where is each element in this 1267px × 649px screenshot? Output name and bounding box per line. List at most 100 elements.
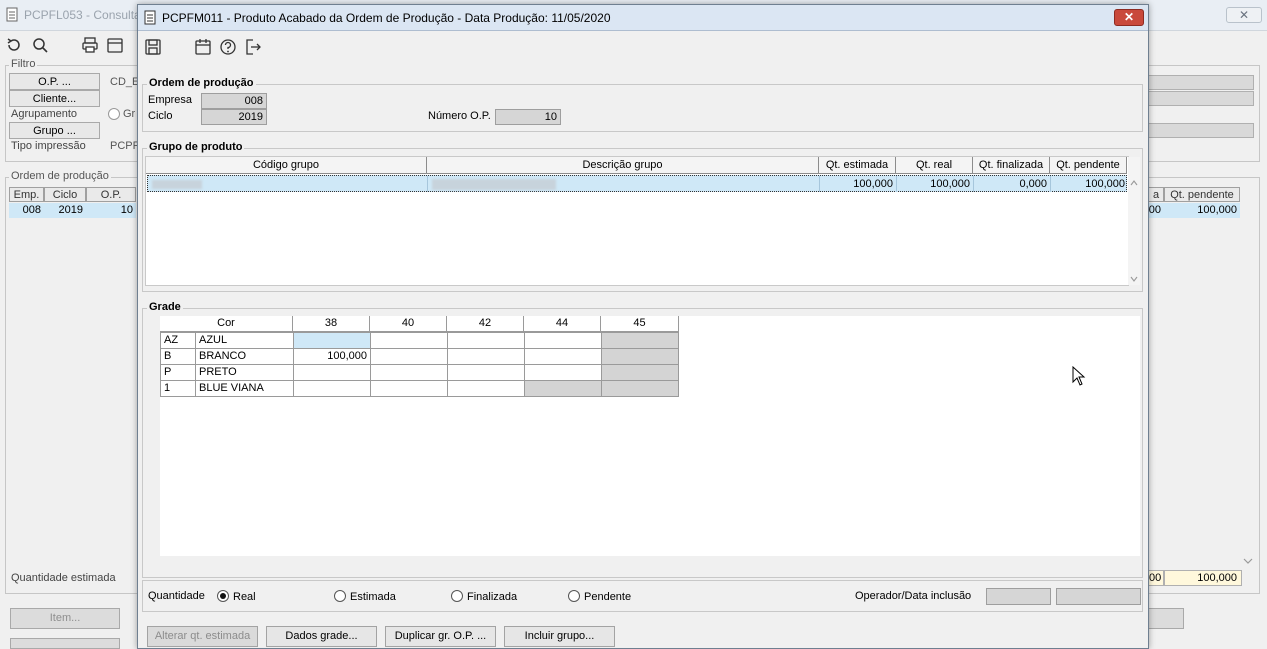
grade-cell[interactable]: [371, 349, 448, 365]
grade-cell[interactable]: [371, 381, 448, 397]
incluir-grupo-button[interactable]: Incluir grupo...: [504, 626, 615, 647]
help-icon[interactable]: [219, 38, 237, 56]
dados-grade-button[interactable]: Dados grade...: [266, 626, 377, 647]
grid-cell-ciclo[interactable]: 2019: [44, 203, 86, 218]
save-icon[interactable]: [144, 38, 162, 56]
grupo-button[interactable]: Grupo ...: [9, 122, 100, 139]
grade-cell[interactable]: [525, 365, 602, 381]
qtd-right-a: 00: [1148, 570, 1164, 586]
grade-cell[interactable]: [371, 333, 448, 349]
col-header-qt-estimada[interactable]: Qt. estimada: [819, 157, 896, 174]
grid-cell-op[interactable]: 10: [86, 203, 136, 218]
scroll-up-icon[interactable]: [1129, 179, 1139, 187]
tipo-impressao-label: Tipo impressão: [11, 140, 86, 152]
cell-qt-pendente[interactable]: 100,000: [1051, 176, 1128, 192]
radio-real[interactable]: [217, 590, 229, 602]
grade-row-code: AZ: [161, 333, 196, 349]
op-button[interactable]: O.P. ...: [9, 73, 100, 90]
grade-header-40[interactable]: 40: [370, 316, 447, 332]
grade-grid-area[interactable]: Cor 38 40 42 44 45 AZ AZUL B BRANCO 100,…: [160, 316, 1140, 556]
qtd-estimada-label: Quantidade estimada: [11, 572, 116, 584]
bg-bottom-button[interactable]: [10, 638, 120, 649]
print-icon[interactable]: [81, 36, 99, 54]
ordem-producao-group: [142, 84, 1143, 132]
background-window-title: PCPFL053 - Consulta: [24, 8, 141, 22]
grupo-scrollbar[interactable]: [1128, 157, 1140, 285]
close-button[interactable]: ✕: [1114, 9, 1144, 26]
scroll-down-icon[interactable]: [1129, 275, 1139, 283]
grade-cell-disabled: [602, 365, 679, 381]
grade-header-38[interactable]: 38: [293, 316, 370, 332]
col-header-descricao-grupo[interactable]: Descrição grupo: [427, 157, 819, 174]
grade-cell[interactable]: [294, 333, 371, 349]
grade-cell[interactable]: [448, 365, 525, 381]
alterar-qt-estimada-button[interactable]: Alterar qt. estimada: [147, 626, 258, 647]
radio-finalizada[interactable]: [451, 590, 463, 602]
grade-cell-disabled: [602, 349, 679, 365]
grade-cell[interactable]: [448, 349, 525, 365]
grade-header-45[interactable]: 45: [601, 316, 679, 332]
cell-qt-real[interactable]: 100,000: [897, 176, 974, 192]
grade-cell[interactable]: [371, 365, 448, 381]
grade-row-name: PRETO: [196, 365, 294, 381]
grade-cell[interactable]: [448, 381, 525, 397]
radio-estimada[interactable]: [334, 590, 346, 602]
calendar-icon[interactable]: [194, 38, 212, 56]
radio-pendente[interactable]: [568, 590, 580, 602]
modal-title-bar: PCPFM011 - Produto Acabado da Ordem de P…: [138, 5, 1148, 31]
cell-qt-finalizada[interactable]: 0,000: [974, 176, 1051, 192]
grid-header-right-a[interactable]: a: [1148, 187, 1164, 202]
radio-pendente-label[interactable]: Pendente: [584, 591, 631, 603]
grade-row-code: 1: [161, 381, 196, 397]
item-button[interactable]: Item...: [10, 608, 120, 629]
empresa-field: 008: [201, 93, 267, 109]
duplicar-grupo-op-button[interactable]: Duplicar gr. O.P. ...: [385, 626, 496, 647]
calendar-icon[interactable]: [106, 36, 124, 54]
grade-cell[interactable]: [525, 333, 602, 349]
grupo-produto-grid[interactable]: Código grupo Descrição grupo Qt. estimad…: [145, 156, 1140, 286]
radio-estimada-label[interactable]: Estimada: [350, 591, 396, 603]
table-row[interactable]: 100,000 100,000 0,000 100,000: [147, 175, 1127, 192]
agrupamento-radio[interactable]: [108, 108, 120, 120]
cell-qt-estimada[interactable]: 100,000: [820, 176, 897, 192]
redacted-codigo: [152, 180, 202, 189]
cell-descricao-grupo[interactable]: [428, 176, 820, 192]
refresh-icon[interactable]: [5, 36, 23, 54]
scroll-down-icon[interactable]: [1242, 556, 1254, 566]
document-icon: [6, 7, 18, 22]
grid-cell-emp[interactable]: 008: [9, 203, 44, 218]
grid-header-qt-pendente[interactable]: Qt. pendente: [1164, 187, 1240, 202]
cliente-button[interactable]: Cliente...: [9, 90, 100, 107]
cell-codigo-grupo[interactable]: [148, 176, 428, 192]
grid-header-ciclo[interactable]: Ciclo: [44, 187, 86, 202]
ciclo-field: 2019: [201, 109, 267, 125]
col-header-qt-real[interactable]: Qt. real: [896, 157, 973, 174]
radio-finalizada-label[interactable]: Finalizada: [467, 591, 517, 603]
radio-real-label[interactable]: Real: [233, 591, 256, 603]
grade-cell[interactable]: [448, 333, 525, 349]
grade-header-42[interactable]: 42: [447, 316, 524, 332]
background-close-button[interactable]: ✕: [1226, 7, 1262, 23]
tipo-impressao-value: PCPR: [110, 140, 141, 152]
col-header-qt-finalizada[interactable]: Qt. finalizada: [973, 157, 1050, 174]
bg-field-1: [1148, 75, 1254, 90]
ciclo-label: Ciclo: [148, 110, 173, 122]
grade-cell-disabled: [602, 381, 679, 397]
grade-cell[interactable]: [294, 365, 371, 381]
exit-icon[interactable]: [244, 38, 262, 56]
grid-header-op[interactable]: O.P.: [86, 187, 136, 202]
grade-cell[interactable]: 100,000: [294, 349, 371, 365]
grade-header-44[interactable]: 44: [524, 316, 601, 332]
agrupamento-radio-label: Gr: [123, 108, 136, 120]
grade-cell[interactable]: [294, 381, 371, 397]
grid-cell-qt-pendente[interactable]: 100,000: [1164, 203, 1240, 218]
grid-header-emp[interactable]: Emp.: [9, 187, 44, 202]
grid-cell-right-a[interactable]: 00: [1148, 203, 1164, 218]
search-icon[interactable]: [31, 36, 49, 54]
col-header-qt-pendente[interactable]: Qt. pendente: [1050, 157, 1127, 174]
grade-header-cor[interactable]: Cor: [160, 316, 293, 332]
grade-cell[interactable]: [525, 349, 602, 365]
bg-right-button[interactable]: [1148, 608, 1184, 629]
col-header-codigo-grupo[interactable]: Código grupo: [146, 157, 427, 174]
quantidade-label: Quantidade: [148, 590, 205, 602]
